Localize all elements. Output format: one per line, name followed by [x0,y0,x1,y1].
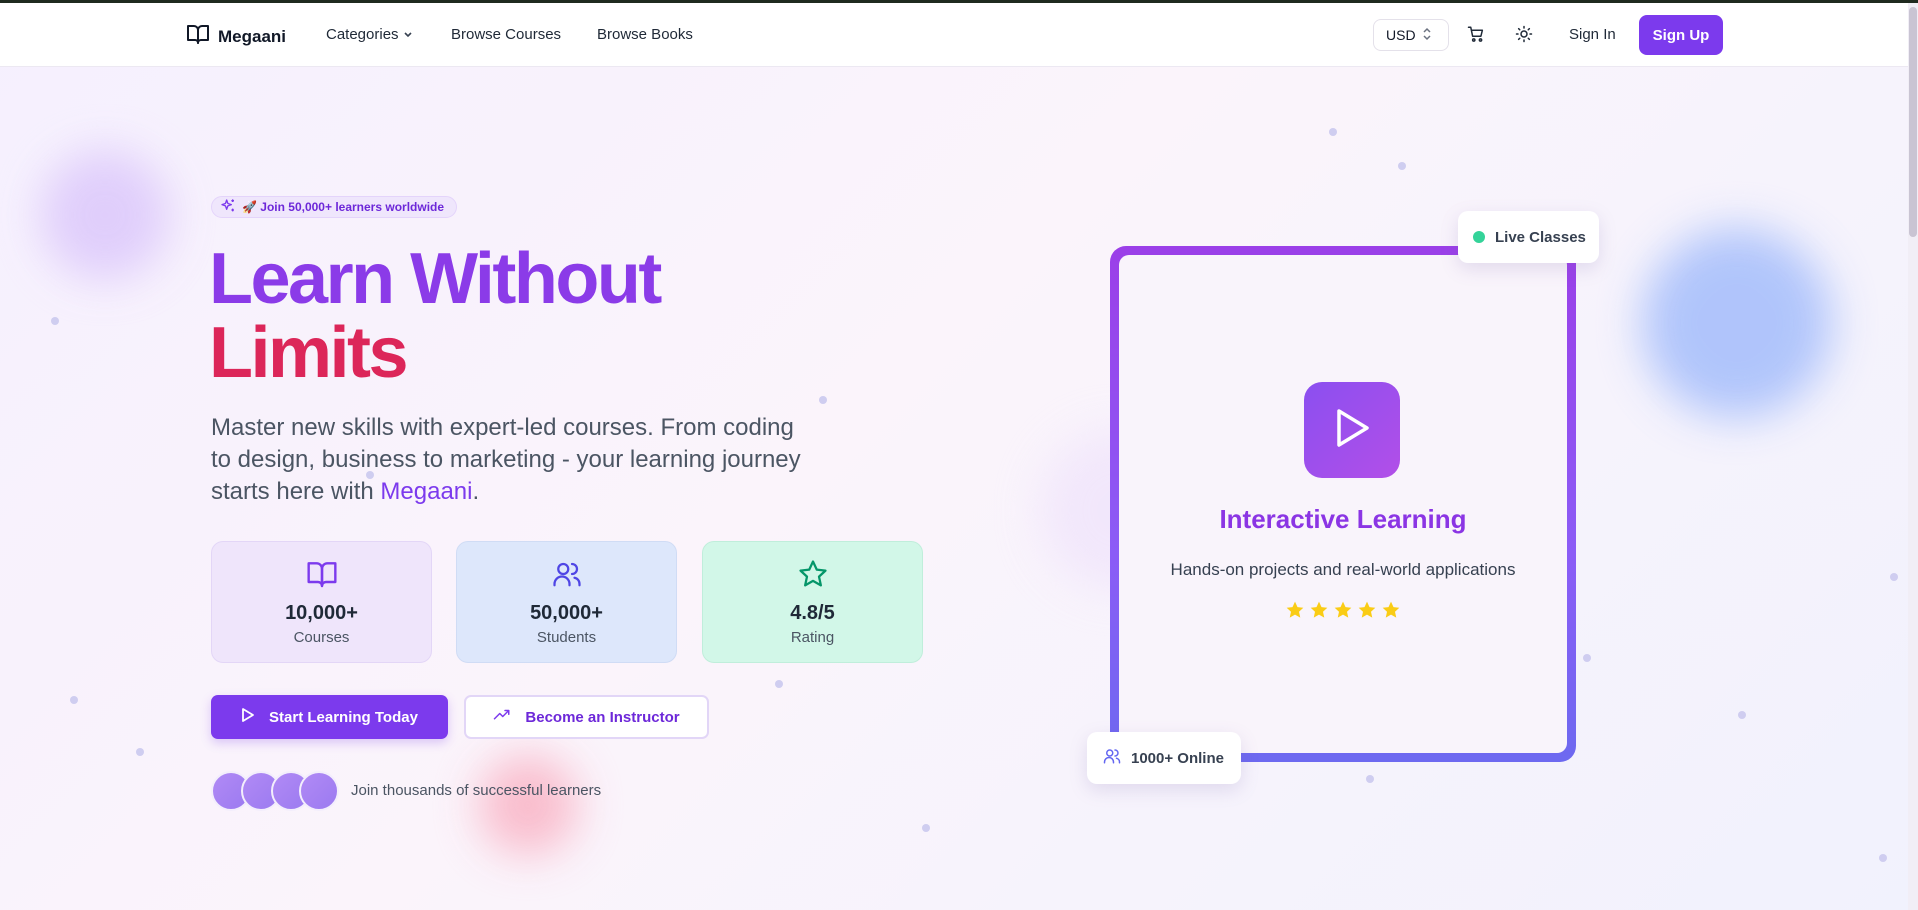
feature-card-inner: Interactive Learning Hands-on projects a… [1119,255,1567,753]
decor-dot [1398,162,1406,170]
sparkles-icon [220,198,236,217]
social-proof-text: Join thousands of successful learners [351,782,602,799]
star-filled-icon [1357,600,1377,625]
play-icon [241,707,255,727]
top-navbar: Megaani Categories Browse Courses Browse… [0,3,1908,67]
live-status-dot [1473,231,1485,243]
hero-description: Master new skills with expert-led course… [211,412,811,508]
star-filled-icon [1333,600,1353,625]
hero-title: Learn Without Limits [209,239,662,393]
book-icon [306,559,338,594]
hero-badge-text: 🚀 Join 50,000+ learners worldwide [242,200,445,214]
decor-dot [819,396,827,404]
brand-name: Megaani [218,26,287,46]
online-count-label: 1000+ Online [1131,749,1224,767]
start-learning-button[interactable]: Start Learning Today [211,695,448,739]
decor-dot [70,696,78,704]
sun-icon [1515,25,1533,47]
nav-browse-courses[interactable]: Browse Courses [451,26,601,43]
nav-categories-label: Categories [326,26,399,43]
cart-icon [1467,26,1485,47]
nav-browse-books[interactable]: Browse Books [597,26,717,43]
sign-in-link[interactable]: Sign In [1569,26,1616,43]
hero-description-end: . [472,478,480,505]
page-scrollbar[interactable] [1908,3,1918,910]
hero-title-line1: Learn Without [209,239,662,319]
decor-dot [922,824,930,832]
stat-value: 10,000+ [285,602,358,624]
users-icon [1103,747,1121,769]
live-classes-label: Live Classes [1495,228,1586,246]
users-icon [551,559,583,594]
feature-card: Interactive Learning Hands-on projects a… [1110,246,1576,762]
trending-up-icon [493,708,511,726]
online-count-badge: 1000+ Online [1087,732,1241,784]
theme-toggle-button[interactable] [1515,25,1533,48]
decor-dot [51,317,59,325]
star-filled-icon [1285,600,1305,625]
hero-title-line2: Limits [209,313,409,393]
decor-blob-pink [478,755,578,855]
stat-card-courses: 10,000+ Courses [211,541,432,663]
stat-label: Students [536,629,597,646]
become-instructor-label: Become an Instructor [525,708,680,726]
nav-categories[interactable]: Categories [326,26,456,43]
chevron-up-down-icon [1422,27,1432,44]
chevron-down-icon [403,26,413,43]
decor-dot [1366,775,1374,783]
become-instructor-button[interactable]: Become an Instructor [464,695,709,739]
decor-dot [136,748,144,756]
stat-value: 50,000+ [530,602,603,624]
scrollbar-thumb[interactable] [1909,7,1917,237]
stat-card-students: 50,000+ Students [456,541,677,663]
start-learning-label: Start Learning Today [269,708,418,726]
hero-description-brand: Megaani [380,478,473,505]
decor-dot [775,680,783,688]
decor-blob-purple [40,150,170,280]
hero-description-text: Master new skills with expert-led course… [211,414,801,505]
star-icon [797,559,829,594]
decor-blob-blue [1642,228,1832,418]
play-icon [1332,406,1372,455]
book-open-icon [186,23,210,50]
learner-avatars [211,771,341,811]
currency-value: USD [1386,27,1416,43]
feature-card-description: Hands-on projects and real-world applica… [1170,560,1516,579]
stat-label: Courses [293,629,350,646]
decor-dot [1583,654,1591,662]
brand-logo[interactable]: Megaani [186,23,286,50]
play-video-button[interactable] [1304,382,1400,478]
currency-select[interactable]: USD [1373,19,1449,51]
live-classes-badge: Live Classes [1458,211,1599,263]
decor-dot [1738,711,1746,719]
rating-stars [1119,600,1567,625]
decor-dot [1890,573,1898,581]
star-filled-icon [1309,600,1329,625]
cart-button[interactable] [1467,25,1485,48]
avatar [299,771,339,811]
star-filled-icon [1381,600,1401,625]
stat-value: 4.8/5 [790,602,835,624]
hero-badge: 🚀 Join 50,000+ learners worldwide [211,196,458,218]
decor-dot [1329,128,1337,136]
stat-label: Rating [790,629,835,646]
stat-card-rating: 4.8/5 Rating [702,541,923,663]
decor-dot [1879,854,1887,862]
feature-card-title: Interactive Learning [1219,504,1467,534]
sign-up-button[interactable]: Sign Up [1639,15,1723,55]
